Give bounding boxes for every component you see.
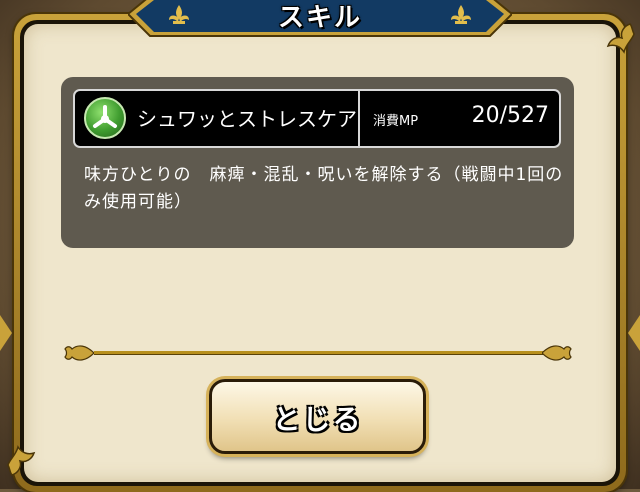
mp-cost-value: 20/527 (471, 103, 549, 128)
divider-ornament-right-icon (542, 345, 572, 361)
left-arrow-icon (0, 315, 12, 351)
skill-header-bar: シュワッとストレスケア 消費MP 20/527 (73, 89, 561, 148)
skill-name: シュワッとストレスケア (137, 107, 357, 131)
divider-ornament-left-icon (64, 345, 94, 361)
corner-ornament-icon (606, 23, 635, 54)
skill-description: 味方ひとりの 麻痺・混乱・呪いを解除する（戦闘中1回のみ使用可能） (84, 165, 564, 212)
title-banner: スキル (128, 0, 512, 38)
close-button[interactable]: とじる (209, 379, 426, 454)
ornamental-divider (94, 351, 544, 354)
mp-cost-label: 消費MP (373, 114, 419, 129)
skill-bar-divider (358, 91, 360, 146)
right-arrow-icon (628, 315, 640, 351)
green-three-way-emblem-icon (84, 97, 126, 139)
skill-emblem-glyph (93, 105, 117, 128)
corner-ornament-icon (7, 445, 36, 476)
close-button-label: とじる (272, 403, 363, 436)
dialog-title: スキル (277, 3, 362, 33)
